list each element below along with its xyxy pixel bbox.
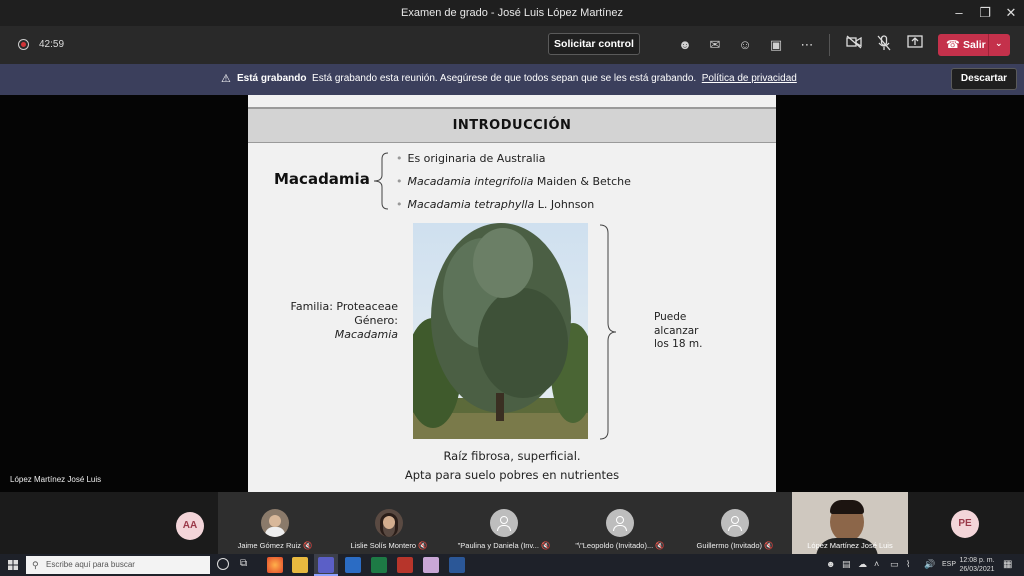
avatar — [261, 509, 289, 537]
language-indicator[interactable]: ESP — [942, 561, 956, 568]
excel-icon[interactable] — [371, 557, 387, 573]
avatar — [606, 509, 634, 537]
chevron-up-icon[interactable]: ˄ — [874, 559, 879, 569]
banner-message: Está grabando esta reunión. Asegúrese de… — [312, 73, 697, 84]
avatar: AA — [176, 512, 204, 540]
more-options-icon[interactable]: ⋯ — [797, 35, 817, 55]
participants-icon[interactable]: ☻ — [675, 35, 695, 55]
mic-off-icon: 🔇 — [764, 541, 774, 550]
meeting-toolbar: 42:59 Solicitar control ☻ ✉ ☺ ▣ ⋯ ☎ Sali… — [0, 26, 1024, 64]
onedrive-icon[interactable] — [345, 557, 361, 573]
participant-tile[interactable]: "Paulina y Daniela (Inv... 🔇 — [446, 492, 562, 554]
mic-off-icon[interactable] — [874, 35, 894, 55]
height-note: Puede alcanzar los 18 m. — [654, 311, 703, 350]
windows-start-icon[interactable] — [8, 560, 18, 570]
participant-tile[interactable]: Jaime Gómez Ruiz 🔇 — [218, 492, 332, 554]
shared-screen-stage: INTRODUCCIÓN Macadamia • Es originaria de… — [0, 95, 1024, 492]
curly-brace-right — [599, 224, 617, 440]
toolbar-divider — [829, 34, 830, 56]
clock[interactable]: 12:08 p. m. 26/03/2021 — [958, 556, 996, 574]
window-title-bar: Examen de grado - José Luis López Martín… — [0, 0, 1024, 26]
window-title: Examen de grado - José Luis López Martín… — [401, 7, 623, 19]
recording-banner: ⚠ Está grabando Está grabando esta reuni… — [0, 64, 1024, 95]
mic-off-icon: 🔇 — [655, 541, 665, 550]
firefox-icon[interactable] — [267, 557, 283, 573]
warning-icon: ⚠ — [221, 73, 231, 85]
avatar — [721, 509, 749, 537]
avatar — [490, 509, 518, 537]
participant-tile[interactable]: "\"Leopoldo (Invitado)... 🔇 — [562, 492, 678, 554]
notifications-icon[interactable]: ▦ — [1003, 559, 1012, 570]
participant-tile[interactable]: Lislie Solís Montero 🔇 — [332, 492, 446, 554]
request-control-button[interactable]: Solicitar control — [548, 33, 640, 55]
participant-video-tile[interactable]: López Martínez José Luis — [792, 492, 908, 554]
access-icon[interactable] — [397, 557, 413, 573]
family-genus-text: Familia: Proteaceae Género: Macadamia — [290, 300, 398, 341]
leave-button[interactable]: ☎ Salir ⌄ — [938, 34, 1010, 56]
taskbar-search-input[interactable]: ⚲ Escribe aquí para buscar — [26, 556, 210, 574]
wifi-icon[interactable]: ⌇ — [906, 559, 910, 570]
search-icon: ⚲ — [32, 560, 39, 570]
network-icon[interactable]: ▤ — [842, 559, 851, 570]
banner-bold-text: Está grabando — [237, 73, 307, 84]
recording-icon — [18, 39, 29, 50]
breakout-rooms-icon[interactable]: ▣ — [766, 35, 786, 55]
share-screen-icon[interactable] — [905, 35, 925, 55]
chat-icon[interactable]: ✉ — [705, 35, 725, 55]
curly-brace-left — [373, 152, 389, 210]
battery-icon[interactable]: ▭ — [890, 559, 899, 570]
participant-tile[interactable]: Guillermo (Invitado) 🔇 — [678, 492, 792, 554]
presenter-name-label: López Martínez José Luis — [10, 475, 102, 484]
mic-off-icon: 🔇 — [418, 541, 428, 550]
reactions-icon[interactable]: ☺ — [735, 35, 755, 55]
slide-title: INTRODUCCIÓN — [452, 118, 572, 133]
cloud-icon[interactable]: ☁ — [858, 559, 867, 570]
photos-icon[interactable] — [423, 557, 439, 573]
person-icon[interactable]: ☻ — [826, 559, 835, 569]
mic-off-icon: 🔇 — [303, 541, 313, 550]
bullet-2: • Macadamia integrifolia Maiden & Betche — [396, 175, 631, 188]
chevron-down-icon[interactable]: ⌄ — [995, 38, 1003, 49]
teams-icon[interactable] — [318, 557, 334, 573]
dismiss-button[interactable]: Descartar — [951, 68, 1017, 90]
mic-off-icon: 🔇 — [541, 541, 551, 550]
macadamia-tree-photo — [413, 223, 588, 439]
word-icon[interactable] — [449, 557, 465, 573]
close-window-button[interactable]: ✕ — [996, 0, 1024, 26]
participants-strip: AA Jaime Gómez Ruiz 🔇 Lislie Solís Monte… — [0, 492, 1024, 554]
phone-hangup-icon: ☎ — [946, 39, 960, 51]
privacy-policy-link[interactable]: Política de privacidad — [702, 73, 797, 84]
bullet-3: • Macadamia tetraphylla L. Johnson — [396, 198, 595, 211]
windows-taskbar: ⚲ Escribe aquí para buscar ⧉ ☻ ▤ ☁ ˄ ▭ ⌇… — [0, 554, 1024, 576]
task-view-icon[interactable]: ⧉ — [240, 558, 247, 569]
meeting-timer: 42:59 — [39, 39, 65, 50]
participant-tile[interactable]: AA — [160, 492, 218, 554]
slide-header: INTRODUCCIÓN — [248, 109, 776, 143]
participant-tile[interactable]: PE — [908, 492, 1024, 554]
volume-icon[interactable]: 🔊 — [924, 559, 935, 570]
avatar: PE — [951, 510, 979, 538]
leave-label: Salir — [963, 39, 986, 51]
root-text: Raíz fibrosa, superficial. — [443, 449, 581, 463]
presentation-slide: INTRODUCCIÓN Macadamia • Es originaria de… — [248, 95, 776, 492]
cortana-icon[interactable] — [217, 558, 229, 570]
soil-text: Apta para suelo pobres en nutrientes — [404, 468, 620, 482]
avatar — [375, 509, 403, 537]
file-explorer-icon[interactable] — [292, 557, 308, 573]
slide-subject: Macadamia — [274, 170, 370, 188]
camera-off-icon[interactable] — [844, 35, 864, 55]
bullet-1: • Es originaria de Australia — [396, 152, 546, 165]
